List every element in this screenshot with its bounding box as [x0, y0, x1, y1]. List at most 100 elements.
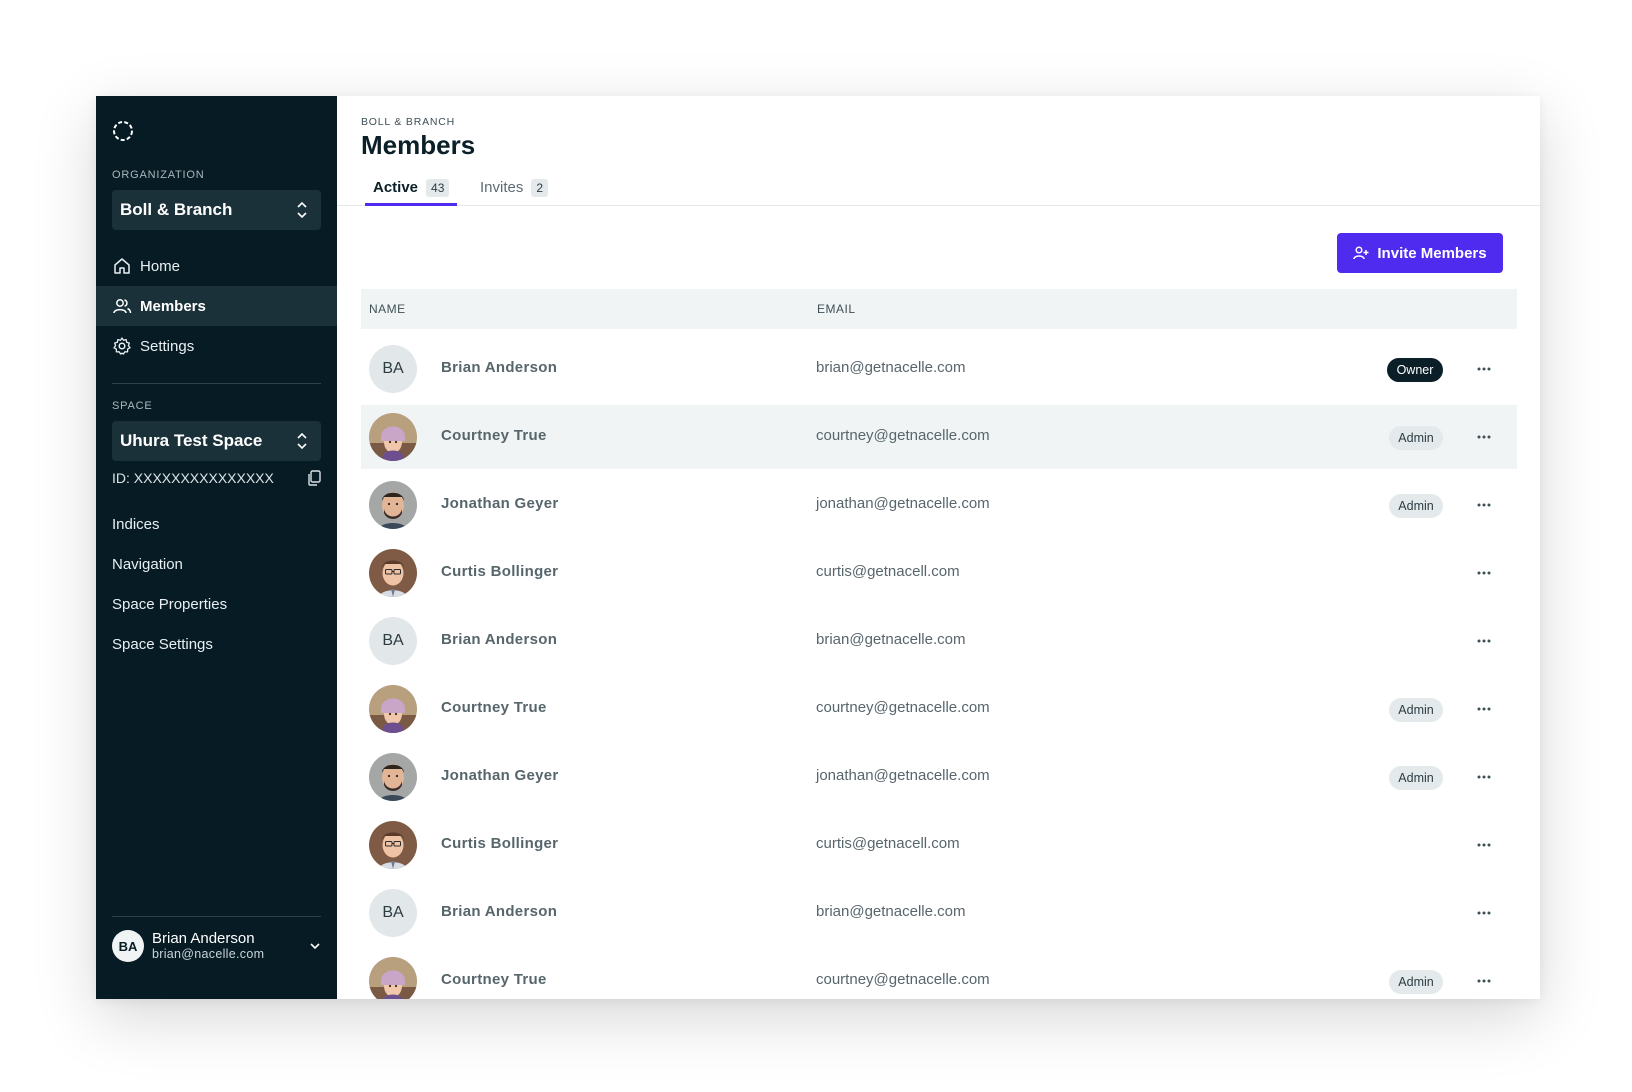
- tab-active[interactable]: Active 43: [365, 176, 458, 206]
- logo-icon: [113, 121, 133, 141]
- nav-members-label: Members: [140, 297, 206, 315]
- app-window: ORGANIZATION Boll & Branch Home Members: [96, 96, 1540, 999]
- table-row[interactable]: Curtis Bollinger curtis@getnacell.com: [361, 813, 1517, 877]
- table-row[interactable]: Curtis Bollinger curtis@getnacell.com: [361, 541, 1517, 605]
- member-email: jonathan@getnacelle.com: [816, 767, 990, 784]
- role-badge: Admin: [1389, 698, 1443, 722]
- member-name: Courtney True: [441, 699, 547, 716]
- organization-selector[interactable]: Boll & Branch: [112, 190, 321, 230]
- nav-settings[interactable]: Settings: [96, 326, 337, 366]
- space-selector[interactable]: Uhura Test Space: [112, 421, 321, 461]
- chevron-updown-icon: [297, 432, 307, 450]
- column-header-name[interactable]: NAME: [369, 302, 406, 316]
- user-info: Brian Anderson brian@nacelle.com: [152, 930, 309, 962]
- sidebar-divider: [112, 916, 321, 917]
- organization-name: Boll & Branch: [120, 200, 233, 219]
- table-row[interactable]: Courtney True courtney@getnacelle.com Admi…: [361, 949, 1517, 999]
- avatar: BA: [112, 930, 144, 962]
- more-options-icon[interactable]: [1471, 429, 1497, 445]
- space-link-navigation[interactable]: Navigation: [112, 556, 183, 573]
- breadcrumb[interactable]: BOLL & BRANCH: [361, 116, 455, 128]
- avatar: [369, 549, 417, 597]
- role-badge: Admin: [1389, 494, 1443, 518]
- sidebar: ORGANIZATION Boll & Branch Home Members: [96, 96, 337, 999]
- tab-invites-count: 2: [531, 179, 549, 197]
- role-badge: Admin: [1389, 970, 1443, 994]
- space-id-row: ID: XXXXXXXXXXXXXXX: [112, 470, 321, 486]
- add-user-icon: [1353, 246, 1369, 260]
- tab-invites[interactable]: Invites 2: [472, 176, 556, 206]
- user-name: Brian Anderson: [152, 930, 255, 948]
- members-table-body: BA Brian Anderson brian@getnacelle.com Owne…: [361, 337, 1517, 999]
- more-options-icon[interactable]: [1471, 769, 1497, 785]
- member-name: Jonathan Geyer: [441, 767, 559, 784]
- member-name: Jonathan Geyer: [441, 495, 559, 512]
- column-header-email[interactable]: EMAIL: [817, 302, 856, 316]
- user-menu[interactable]: BA Brian Anderson brian@nacelle.com: [112, 924, 321, 968]
- main-content: BOLL & BRANCH Members Active 43 Invites …: [337, 96, 1540, 999]
- user-email: brian@nacelle.com: [152, 947, 265, 962]
- more-options-icon[interactable]: [1471, 633, 1497, 649]
- member-name: Courtney True: [441, 427, 547, 444]
- copy-icon[interactable]: [307, 470, 321, 486]
- avatar: [369, 957, 417, 999]
- nav-members[interactable]: Members: [96, 286, 337, 326]
- more-options-icon[interactable]: [1471, 565, 1497, 581]
- invite-members-button[interactable]: Invite Members: [1337, 233, 1503, 273]
- more-options-icon[interactable]: [1471, 837, 1497, 853]
- space-link-indices[interactable]: Indices: [112, 516, 160, 533]
- tab-bar: Active 43 Invites 2: [337, 176, 1540, 206]
- role-badge: Admin: [1389, 766, 1443, 790]
- chevron-down-icon: [310, 943, 320, 950]
- space-name: Uhura Test Space: [120, 431, 263, 450]
- space-label: SPACE: [112, 400, 153, 412]
- avatar: BA: [369, 889, 417, 937]
- table-row[interactable]: Jonathan Geyer jonathan@getnacelle.com Adm…: [361, 473, 1517, 537]
- space-link-space-properties[interactable]: Space Properties: [112, 596, 227, 613]
- nav-settings-label: Settings: [140, 337, 195, 355]
- member-email: curtis@getnacell.com: [816, 835, 960, 852]
- table-row[interactable]: Courtney True courtney@getnacelle.com Admi…: [361, 405, 1517, 469]
- avatar: [369, 753, 417, 801]
- role-badge: Owner: [1387, 358, 1443, 382]
- page-title: Members: [361, 130, 476, 160]
- member-name: Curtis Bollinger: [441, 563, 559, 580]
- member-name: Brian Anderson: [441, 359, 558, 376]
- table-row[interactable]: Courtney True courtney@getnacelle.com Admi…: [361, 677, 1517, 741]
- table-row[interactable]: BA Brian Anderson brian@getnacelle.com: [361, 609, 1517, 673]
- tab-active-label: Active: [373, 179, 419, 196]
- member-email: brian@getnacelle.com: [816, 903, 966, 920]
- tab-active-count: 43: [426, 179, 450, 197]
- more-options-icon[interactable]: [1471, 973, 1497, 989]
- nav-home[interactable]: Home: [96, 246, 337, 286]
- avatar: [369, 821, 417, 869]
- member-email: courtney@getnacelle.com: [816, 971, 990, 988]
- users-icon: [113, 299, 132, 314]
- member-name: Brian Anderson: [441, 631, 558, 648]
- more-options-icon[interactable]: [1471, 361, 1497, 377]
- more-options-icon[interactable]: [1471, 905, 1497, 921]
- chevron-updown-icon: [297, 201, 307, 219]
- table-row[interactable]: BA Brian Anderson brian@getnacelle.com: [361, 881, 1517, 945]
- member-email: curtis@getnacell.com: [816, 563, 960, 580]
- table-row[interactable]: BA Brian Anderson brian@getnacelle.com Owne…: [361, 337, 1517, 401]
- avatar: [369, 685, 417, 733]
- avatar: BA: [369, 345, 417, 393]
- gear-icon: [113, 337, 131, 355]
- avatar: BA: [369, 617, 417, 665]
- role-badge: Admin: [1389, 426, 1443, 450]
- member-name: Brian Anderson: [441, 903, 558, 920]
- table-row[interactable]: Jonathan Geyer jonathan@getnacelle.com Adm…: [361, 745, 1517, 809]
- invite-members-label: Invite Members: [1377, 244, 1487, 262]
- avatar: [369, 481, 417, 529]
- more-options-icon[interactable]: [1471, 497, 1497, 513]
- member-email: brian@getnacelle.com: [816, 359, 966, 376]
- member-name: Courtney True: [441, 971, 547, 988]
- more-options-icon[interactable]: [1471, 701, 1497, 717]
- member-email: courtney@getnacelle.com: [816, 427, 990, 444]
- nav-home-label: Home: [140, 257, 181, 275]
- table-header: NAME EMAIL: [361, 289, 1517, 329]
- space-link-space-settings[interactable]: Space Settings: [112, 636, 213, 653]
- space-id: ID: XXXXXXXXXXXXXXX: [112, 470, 274, 486]
- member-email: jonathan@getnacelle.com: [816, 495, 990, 512]
